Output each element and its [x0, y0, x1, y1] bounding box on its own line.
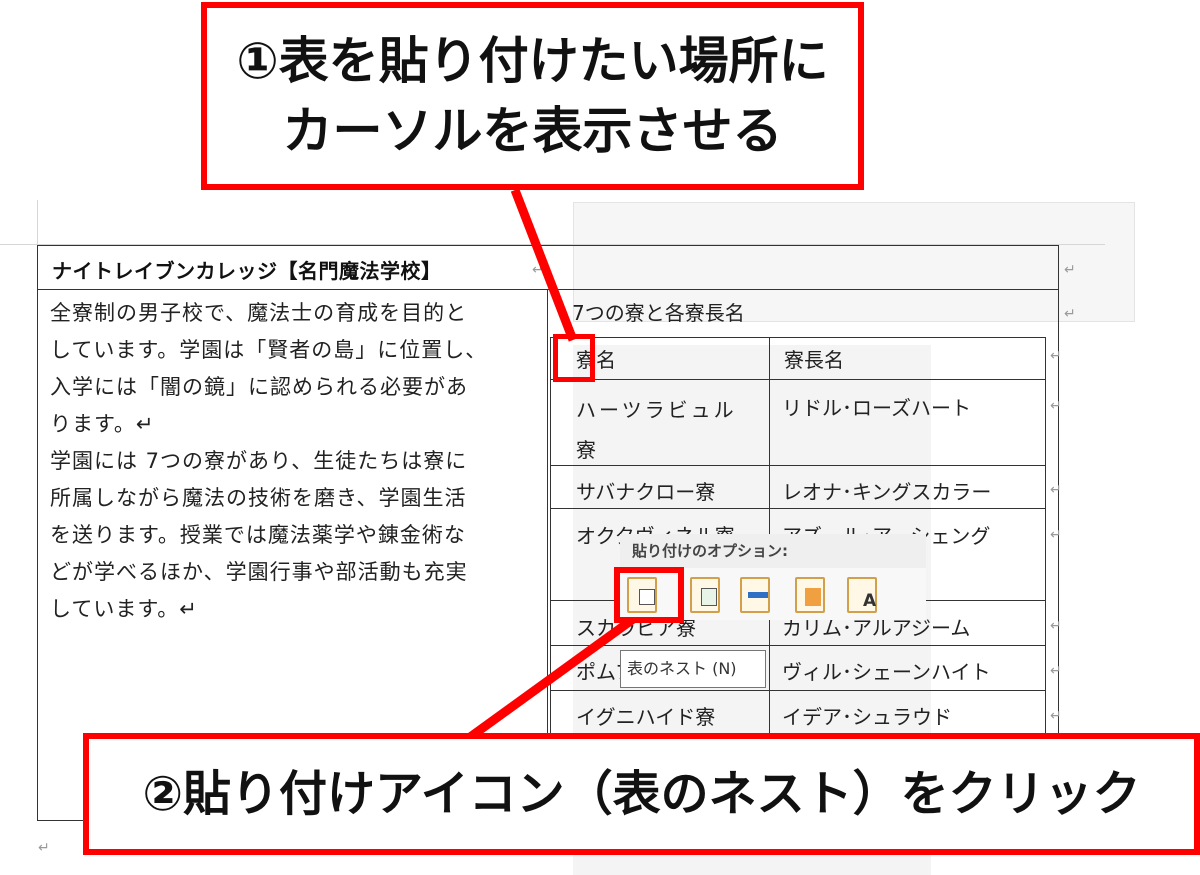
text-only-glyph: A — [863, 591, 877, 611]
callout-top-line1: ①表を貼り付けたい場所に — [236, 32, 829, 90]
paste-tooltip: 表のネスト (N) — [620, 650, 766, 688]
paste-insert-rows-icon[interactable] — [740, 577, 770, 613]
callout-bottom: ②貼り付けアイコン（表のネスト）をクリック — [83, 733, 1200, 855]
paste-text-only-icon[interactable]: A — [847, 577, 877, 613]
callout-bottom-text: ②貼り付けアイコン（表のネスト）をクリック — [142, 766, 1141, 822]
paste-options-header: 貼り付けのオプション: — [620, 534, 926, 568]
connector-line-bottom — [452, 613, 639, 752]
paste-merge-table-icon[interactable] — [690, 577, 720, 613]
nest-icon-highlight — [614, 567, 684, 623]
connector-line-top — [510, 188, 578, 342]
callout-top-line2: カーソルを表示させる — [282, 102, 783, 160]
callout-top: ①表を貼り付けたい場所に カーソルを表示させる — [201, 2, 864, 190]
paste-overwrite-cells-icon[interactable] — [795, 577, 825, 613]
